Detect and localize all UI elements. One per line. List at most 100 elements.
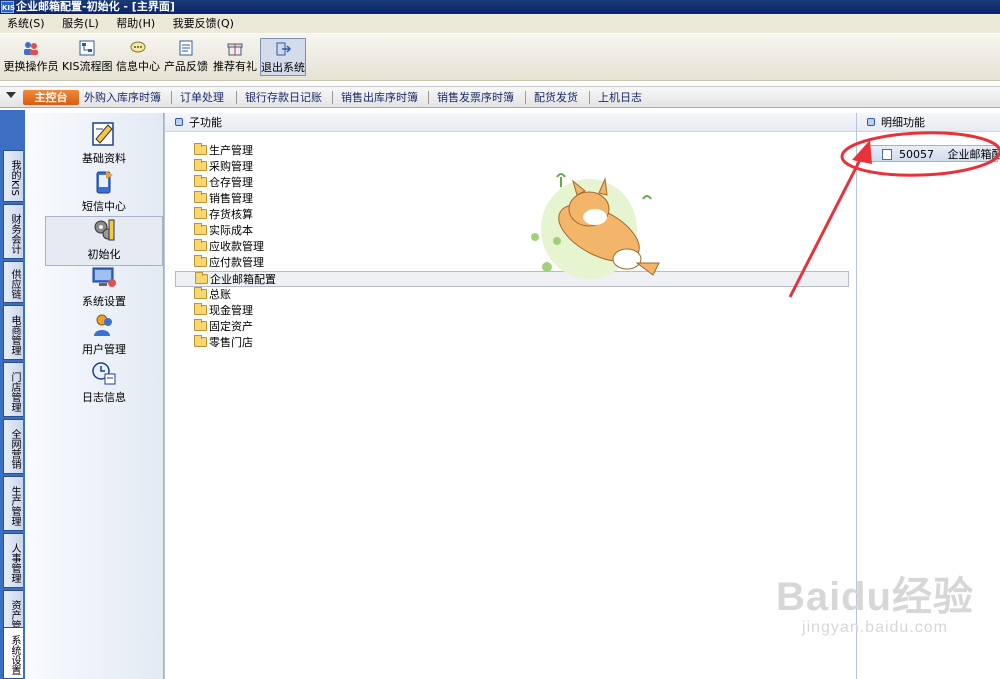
toolbar-label: KIS流程图 xyxy=(62,60,113,73)
menu-feedback[interactable]: 我要反馈(Q) xyxy=(166,14,241,33)
side-tab-my-kis[interactable]: 我的KIS xyxy=(3,150,23,202)
folder-icon xyxy=(194,191,207,203)
tree-item-receivables[interactable]: 应收款管理 xyxy=(175,239,849,255)
detail-function-title: 明细功能 xyxy=(881,116,925,129)
tree-item-label: 固定资产 xyxy=(209,320,253,333)
tree-item-cash[interactable]: 现金管理 xyxy=(175,303,849,319)
tab-login-log[interactable]: 上机日志 xyxy=(598,90,642,105)
tab-sales-delivery[interactable]: 销售出库序时簿 xyxy=(341,90,418,105)
exit-icon xyxy=(276,42,291,56)
folder-icon xyxy=(194,143,207,155)
tree-item-label: 销售管理 xyxy=(209,192,253,205)
message-icon xyxy=(130,41,146,53)
nav-label: 日志信息 xyxy=(82,391,126,404)
menu-help[interactable]: 帮助(H) xyxy=(109,14,162,33)
window-title-bar: KIS 企业邮箱配置-初始化 - [主界面] xyxy=(0,0,1000,14)
side-tab-marketing[interactable]: 全网营销 xyxy=(3,419,23,474)
referral-gift-button[interactable]: 推荐有礼 xyxy=(212,38,258,76)
sub-function-header: 子功能 xyxy=(165,113,856,132)
tree-item-purchase[interactable]: 采购管理 xyxy=(175,159,849,175)
nav-label: 系统设置 xyxy=(82,295,126,308)
user-management-icon xyxy=(94,314,112,336)
toolbar-label: 推荐有礼 xyxy=(213,60,257,73)
tab-sales-invoice[interactable]: 销售发票序时簿 xyxy=(437,90,514,105)
sub-function-panel: 子功能 生产管理 采购管理 仓存管理 销售管理 存货核算 实际成本 应收款管理 … xyxy=(164,113,856,679)
tree-item-label: 零售门店 xyxy=(209,336,253,349)
nav-label: 短信中心 xyxy=(82,200,126,213)
tree-item-actual-cost[interactable]: 实际成本 xyxy=(175,223,849,239)
gift-icon xyxy=(227,43,243,56)
quick-tab-bar: 主控台 外购入库序时簿 订单处理 银行存款日记账 销售出库序时簿 销售发票序时簿… xyxy=(0,86,1000,108)
side-tab-supply-chain[interactable]: 供应链 xyxy=(3,261,23,303)
exit-system-button[interactable]: 退出系统 xyxy=(260,38,306,76)
tree-item-general-ledger[interactable]: 总账 xyxy=(175,287,849,303)
tree-item-sales[interactable]: 销售管理 xyxy=(175,191,849,207)
side-tab-production[interactable]: 生产管理 xyxy=(3,476,23,531)
sms-center-icon xyxy=(96,171,113,194)
nav-label: 初始化 xyxy=(87,248,121,261)
header-bullet-icon xyxy=(175,118,183,126)
menu-service[interactable]: 服务(L) xyxy=(55,14,106,33)
tree-item-label: 存货核算 xyxy=(209,208,253,221)
system-settings-icon xyxy=(92,267,116,287)
tree-item-label: 生产管理 xyxy=(209,144,253,157)
menu-system[interactable]: 系统(S) xyxy=(0,14,52,33)
folder-icon xyxy=(194,207,207,219)
folder-icon xyxy=(194,319,207,331)
folder-icon xyxy=(194,303,207,315)
tree-item-payables[interactable]: 应付款管理 xyxy=(175,255,849,271)
basic-data-icon xyxy=(92,122,114,146)
tab-dropdown-icon[interactable] xyxy=(6,92,16,98)
nav-initialize[interactable]: 初始化 xyxy=(45,216,163,266)
flowchart-button[interactable]: KIS流程图 xyxy=(62,38,112,76)
tree-item-label: 应付款管理 xyxy=(209,256,264,269)
tree-item-label: 实际成本 xyxy=(209,224,253,237)
side-tab-ecommerce[interactable]: 电商管理 xyxy=(3,305,23,360)
watermark-url: jingyan.baidu.com xyxy=(802,619,948,636)
watermark-brand: Baidu经验 xyxy=(775,575,975,619)
log-info-icon xyxy=(92,362,116,385)
switch-user-icon xyxy=(24,42,38,55)
product-feedback-button[interactable]: 产品反馈 xyxy=(163,38,209,76)
switch-operator-button[interactable]: 更换操作员 xyxy=(3,38,59,76)
toolbar-label: 更换操作员 xyxy=(3,60,59,73)
nav-system-settings[interactable]: 系统设置 xyxy=(45,264,163,314)
toolbar-label: 信息中心 xyxy=(116,60,160,73)
tree-item-label: 企业邮箱配置 xyxy=(210,273,276,286)
nav-sms-center[interactable]: 短信中心 xyxy=(45,169,163,219)
tab-separator xyxy=(171,91,172,104)
detail-item-email-config[interactable]: 50057 企业邮箱配置 xyxy=(866,145,1000,162)
corgi-illustration xyxy=(531,173,660,279)
tab-order-processing[interactable]: 订单处理 xyxy=(180,90,224,105)
baidu-watermark: Baidu经验 jingyan.baidu.com xyxy=(760,575,990,670)
tree-item-retail-store[interactable]: 零售门店 xyxy=(175,335,849,351)
toolbar-label: 产品反馈 xyxy=(164,60,208,73)
tab-purchase-receipt[interactable]: 外购入库序时簿 xyxy=(84,90,161,105)
tree-item-email-config[interactable]: 企业邮箱配置 xyxy=(175,271,849,287)
tree-item-warehouse[interactable]: 仓存管理 xyxy=(175,175,849,191)
tree-item-production[interactable]: 生产管理 xyxy=(175,143,849,159)
tab-distribution[interactable]: 配货发货 xyxy=(534,90,578,105)
side-tab-finance[interactable]: 财务会计 xyxy=(3,204,23,259)
tree-item-label: 总账 xyxy=(209,288,231,301)
detail-function-header: 明细功能 xyxy=(857,113,1000,132)
nav-label: 基础资料 xyxy=(82,152,126,165)
nav-basic-data[interactable]: 基础资料 xyxy=(45,121,163,171)
side-tab-hr[interactable]: 人事管理 xyxy=(3,533,23,588)
folder-icon xyxy=(194,287,207,299)
side-tab-store[interactable]: 门店管理 xyxy=(3,362,23,417)
toolbar-label: 退出系统 xyxy=(261,61,305,74)
app-logo-icon: KIS xyxy=(1,1,15,13)
tree-item-inventory-costing[interactable]: 存货核算 xyxy=(175,207,849,223)
tab-separator xyxy=(525,91,526,104)
message-center-button[interactable]: 信息中心 xyxy=(115,38,161,76)
side-tab-system-settings[interactable]: 系统设置 xyxy=(3,627,23,679)
nav-user-management[interactable]: 用户管理 xyxy=(45,312,163,362)
tab-home-console[interactable]: 主控台 xyxy=(23,90,79,105)
sub-function-tree: 生产管理 采购管理 仓存管理 销售管理 存货核算 实际成本 应收款管理 应付款管… xyxy=(175,143,849,351)
tree-item-fixed-assets[interactable]: 固定资产 xyxy=(175,319,849,335)
folder-icon xyxy=(194,159,207,171)
tab-bank-journal[interactable]: 银行存款日记账 xyxy=(245,90,322,105)
function-nav-panel: 基础资料 短信中心 初始化 系统设置 用户管理 日志信息 xyxy=(25,113,164,679)
nav-log-info[interactable]: 日志信息 xyxy=(45,360,163,410)
